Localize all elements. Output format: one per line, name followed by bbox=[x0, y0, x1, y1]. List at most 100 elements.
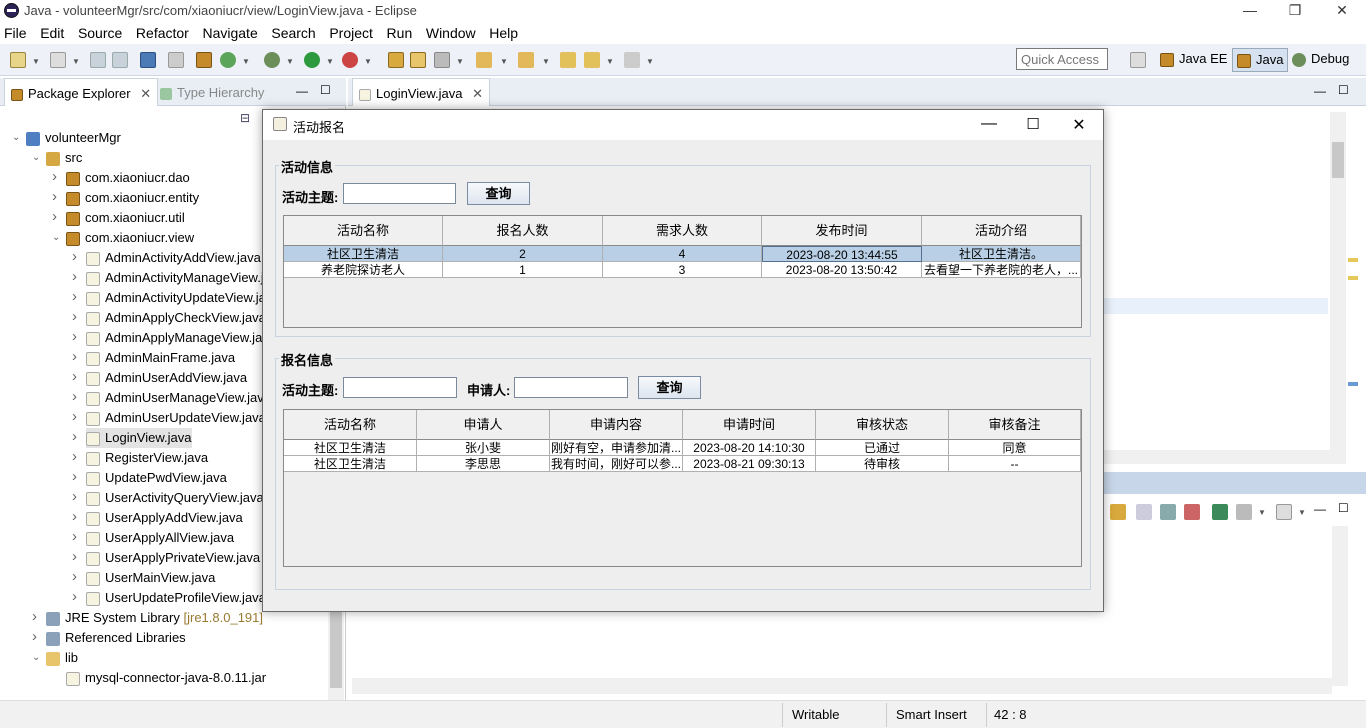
menu-search[interactable]: Search bbox=[267, 22, 319, 41]
chevron-down-icon[interactable]: ⌄ bbox=[32, 648, 42, 668]
dialog-minimize-button[interactable]: — bbox=[977, 115, 1001, 133]
chevron-right-icon[interactable]: › bbox=[72, 587, 82, 607]
menu-project[interactable]: Project bbox=[325, 22, 377, 41]
minimize-editor-icon[interactable]: — bbox=[1314, 84, 1326, 98]
run-icon[interactable] bbox=[304, 52, 320, 68]
close-button[interactable]: ✕ bbox=[1332, 2, 1352, 19]
table-header-cell[interactable]: 活动名称 bbox=[284, 410, 417, 440]
open-perspective-icon[interactable] bbox=[1130, 52, 1146, 68]
chevron-right-icon[interactable]: › bbox=[72, 567, 82, 587]
chevron-right-icon[interactable]: › bbox=[72, 327, 82, 347]
tree-item[interactable]: ⌄ src bbox=[32, 148, 82, 168]
table-header-cell[interactable]: 审核备注 bbox=[949, 410, 1081, 440]
maximize-editor-icon[interactable]: ☐ bbox=[1338, 83, 1349, 97]
debug-icon[interactable] bbox=[264, 52, 280, 68]
applicant-input[interactable] bbox=[514, 377, 628, 398]
chevron-down-icon[interactable]: ▼ bbox=[32, 57, 40, 66]
tree-item[interactable]: › UserMainView.java bbox=[72, 568, 215, 588]
chevron-right-icon[interactable]: › bbox=[72, 547, 82, 567]
maximize-console-icon[interactable]: ☐ bbox=[1338, 501, 1349, 515]
table-header-cell[interactable]: 需求人数 bbox=[603, 216, 762, 246]
tree-item[interactable]: › com.xiaoniucr.util bbox=[52, 208, 185, 228]
editor-vscrollbar-thumb[interactable] bbox=[1332, 142, 1344, 178]
chevron-right-icon[interactable]: › bbox=[72, 287, 82, 307]
tab-package-explorer[interactable]: Package Explorer ✕ bbox=[4, 78, 159, 106]
tree-item[interactable]: › UserUpdateProfileView.java bbox=[72, 588, 266, 608]
forward-icon[interactable] bbox=[624, 52, 640, 68]
tree-item[interactable]: › JRE System Library [jre1.8.0_191] bbox=[32, 608, 263, 628]
chevron-down-icon[interactable]: ▼ bbox=[242, 57, 250, 66]
word-wrap-icon[interactable] bbox=[1160, 504, 1176, 520]
external-tools-icon[interactable] bbox=[342, 52, 358, 68]
tab-type-hierarchy[interactable]: Type Hierarchy bbox=[154, 78, 270, 106]
collapse-all-icon[interactable]: ⊟ bbox=[240, 111, 250, 125]
minimize-console-icon[interactable]: — bbox=[1314, 502, 1326, 516]
chevron-down-icon[interactable]: ▼ bbox=[286, 57, 294, 66]
chevron-right-icon[interactable]: › bbox=[72, 487, 82, 507]
chevron-down-icon[interactable]: ▼ bbox=[72, 57, 80, 66]
chevron-right-icon[interactable]: › bbox=[72, 307, 82, 327]
chevron-down-icon[interactable]: ▼ bbox=[326, 57, 334, 66]
tree-item[interactable]: › Referenced Libraries bbox=[32, 628, 186, 648]
open-type-icon[interactable] bbox=[388, 52, 404, 68]
chevron-down-icon[interactable]: ▼ bbox=[456, 57, 464, 66]
skip-breakpoints-icon[interactable] bbox=[168, 52, 184, 68]
maximize-button[interactable]: ❐ bbox=[1285, 2, 1305, 19]
new-package-icon[interactable] bbox=[196, 52, 212, 68]
save-all-icon[interactable] bbox=[112, 52, 128, 68]
annotation-marker[interactable] bbox=[1348, 258, 1358, 262]
chevron-right-icon[interactable]: › bbox=[72, 467, 82, 487]
console-icon[interactable] bbox=[140, 52, 156, 68]
chevron-right-icon[interactable]: › bbox=[72, 427, 82, 447]
show-console-icon[interactable] bbox=[1136, 504, 1152, 520]
table-header-cell[interactable]: 报名人数 bbox=[443, 216, 603, 246]
dialog-close-button[interactable]: ✕ bbox=[1067, 115, 1091, 135]
minimize-button[interactable]: — bbox=[1240, 2, 1260, 18]
chevron-down-icon[interactable]: ▼ bbox=[1258, 508, 1266, 517]
chevron-right-icon[interactable]: › bbox=[72, 527, 82, 547]
menu-navigate[interactable]: Navigate bbox=[198, 22, 261, 41]
activity-query-button[interactable]: 查询 bbox=[467, 182, 530, 205]
close-editor-tab-icon[interactable]: ✕ bbox=[472, 86, 483, 101]
table-header-cell[interactable]: 活动介绍 bbox=[922, 216, 1081, 246]
tree-item[interactable]: mysql-connector-java-8.0.11.jar bbox=[66, 668, 266, 688]
prev-annotation-icon[interactable] bbox=[518, 52, 534, 68]
tree-item[interactable]: › com.xiaoniucr.entity bbox=[52, 188, 199, 208]
chevron-right-icon[interactable]: › bbox=[72, 347, 82, 367]
perspective-debug[interactable]: Debug bbox=[1292, 51, 1349, 67]
table-header-cell[interactable]: 活动名称 bbox=[284, 216, 443, 246]
editor-vscrollbar[interactable] bbox=[1330, 112, 1346, 464]
quick-access-input[interactable] bbox=[1016, 48, 1108, 70]
chevron-right-icon[interactable]: › bbox=[72, 407, 82, 427]
chevron-right-icon[interactable]: › bbox=[72, 267, 82, 287]
next-annotation-icon[interactable] bbox=[476, 52, 492, 68]
tree-item[interactable]: › AdminUserAddView.java bbox=[72, 368, 247, 388]
chevron-down-icon[interactable]: ▼ bbox=[364, 57, 372, 66]
tree-item[interactable]: › AdminActivityAddView.java bbox=[72, 248, 261, 268]
table-header-cell[interactable]: 申请内容 bbox=[550, 410, 683, 440]
chevron-right-icon[interactable]: › bbox=[52, 207, 62, 227]
chevron-down-icon[interactable]: ▼ bbox=[542, 57, 550, 66]
chevron-right-icon[interactable]: › bbox=[72, 247, 82, 267]
chevron-down-icon[interactable]: ⌄ bbox=[52, 228, 62, 248]
tree-item[interactable]: ⌄ com.xiaoniucr.view bbox=[52, 228, 194, 248]
chevron-down-icon[interactable]: ▼ bbox=[500, 57, 508, 66]
tab-loginview[interactable]: LoginView.java ✕ bbox=[352, 78, 491, 106]
menu-source[interactable]: Source bbox=[74, 22, 126, 41]
chevron-right-icon[interactable]: › bbox=[72, 387, 82, 407]
chevron-right-icon[interactable]: › bbox=[52, 167, 62, 187]
tree-item[interactable]: › AdminMainFrame.java bbox=[72, 348, 235, 368]
tree-item[interactable]: › AdminApplyManageView.ja bbox=[72, 328, 262, 348]
dialog-maximize-button[interactable]: ☐ bbox=[1021, 115, 1045, 133]
perspective-java[interactable]: Java bbox=[1232, 48, 1289, 72]
chevron-right-icon[interactable]: › bbox=[32, 627, 42, 647]
tree-item[interactable]: ⌄ volunteerMgr bbox=[12, 128, 121, 148]
chevron-down-icon[interactable]: ⌄ bbox=[32, 148, 42, 168]
tree-item[interactable]: › UpdatePwdView.java bbox=[72, 468, 227, 488]
last-edit-icon[interactable] bbox=[560, 52, 576, 68]
open-folder-icon[interactable] bbox=[410, 52, 426, 68]
tree-item[interactable]: › UserApplyAllView.java bbox=[72, 528, 234, 548]
tree-item[interactable]: › AdminApplyCheckView.java bbox=[72, 308, 266, 328]
chevron-right-icon[interactable]: › bbox=[52, 187, 62, 207]
menu-window[interactable]: Window bbox=[422, 22, 480, 41]
